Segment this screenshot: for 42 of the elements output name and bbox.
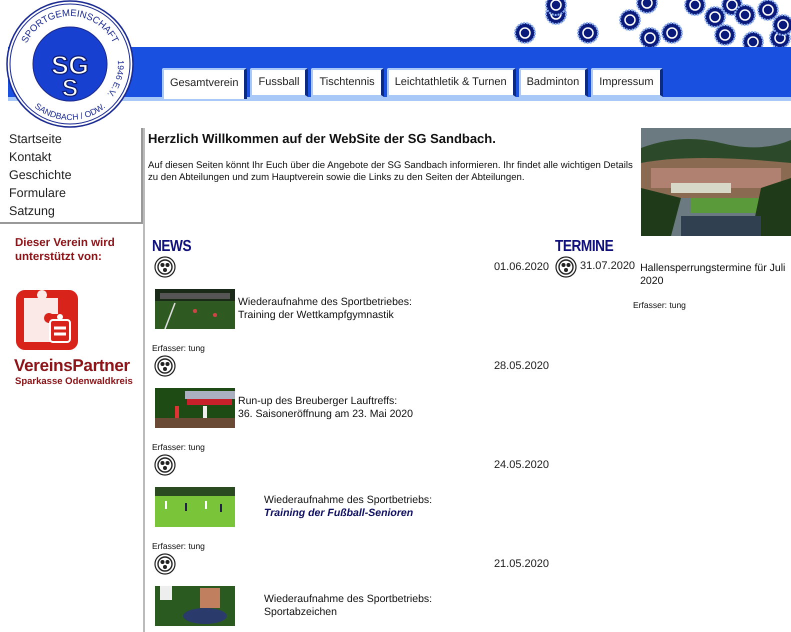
welcome-text: Auf diesen Seiten könnt Ihr Euch über die Angebote der SG Sandbach informieren. Ihr findet alle wichtigen Details zu den Abteilungen und zum Hauptverein sowie die Links zu den Seiten der Abteilungen. xyxy=(148,160,634,184)
news-title[interactable]: Wiederaufnahme des Sportbetriebes: xyxy=(238,296,412,309)
nav-tab[interactable]: Fussball xyxy=(250,68,308,97)
club-emblem-icon xyxy=(154,553,176,575)
news-title[interactable]: Run-up des Breuberger Lauftreffs: xyxy=(238,395,413,408)
sidebar-link[interactable]: Startseite xyxy=(9,131,62,148)
club-emblem-icon xyxy=(555,256,577,278)
sidebar-link[interactable]: Formulare xyxy=(9,185,66,202)
news-subtitle[interactable]: Sportabzeichen xyxy=(264,606,432,619)
event-title[interactable]: Hallensperrungstermine für Juli 2020 xyxy=(640,262,790,288)
news-title[interactable]: Wiederaufnahme des Sportbetriebs: xyxy=(264,494,432,507)
events-heading: TERMINE xyxy=(555,238,614,256)
news-date: 28.05.2020 xyxy=(494,360,549,372)
nav-tab[interactable]: Tischtennis xyxy=(311,68,384,97)
sponsor-heading: Dieser Verein wird unterstützt von: xyxy=(15,236,116,264)
nav-tab[interactable]: Impressum xyxy=(591,68,663,97)
welcome-title: Herzlich Willkommen auf der WebSite der SG Sandbach. xyxy=(148,131,497,146)
event-date: 31.07.2020 xyxy=(580,260,636,272)
nav-tab[interactable]: Gesamtverein xyxy=(162,68,248,99)
sidebar-link[interactable]: Kontakt xyxy=(9,149,52,166)
author-label: Erfasser: tung xyxy=(152,541,206,551)
news-subtitle[interactable]: Training der Wettkampfgymnastik xyxy=(238,309,412,322)
puzzle-icon[interactable] xyxy=(16,290,78,350)
author-label: Erfasser: tung xyxy=(152,442,206,452)
news-title[interactable]: Wiederaufnahme des Sportbetriebs: xyxy=(264,593,432,606)
club-emblem-icon xyxy=(154,454,176,476)
sponsor-name: VereinsPartner xyxy=(14,356,130,376)
sidebar-link[interactable]: Geschichte xyxy=(9,167,72,184)
author-label: Erfasser: tung xyxy=(152,343,206,353)
club-emblem-icon xyxy=(154,256,176,278)
news-date: 01.06.2020 xyxy=(494,261,549,273)
author-label: Erfasser: tung xyxy=(633,300,687,310)
sponsor-bank: Sparkasse Odenwaldkreis xyxy=(15,376,133,387)
nav-tab[interactable]: Badminton xyxy=(518,68,588,97)
news-date: 24.05.2020 xyxy=(494,459,549,471)
news-heading: NEWS xyxy=(152,238,192,256)
club-emblem-icon xyxy=(154,355,176,377)
sidebar-link[interactable]: Satzung xyxy=(9,203,55,220)
nav-tab[interactable]: Leichtathletik & Turnen xyxy=(386,68,516,97)
news-subtitle[interactable]: 36. Saisoneröffnung am 23. Mai 2020 xyxy=(238,408,413,421)
news-date: 21.05.2020 xyxy=(494,558,549,570)
news-subtitle[interactable]: Training der Fußball-Senioren xyxy=(264,507,432,520)
